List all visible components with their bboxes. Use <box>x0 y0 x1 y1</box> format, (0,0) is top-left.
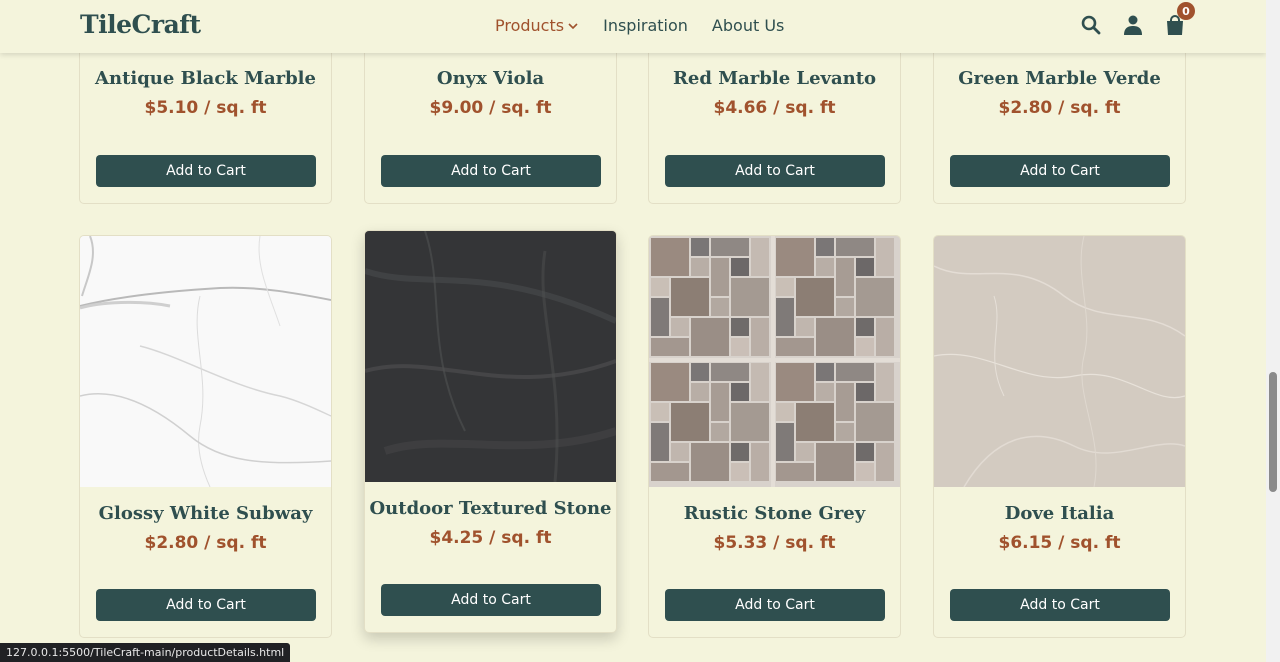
product-name[interactable]: Antique Black Marble <box>80 68 331 89</box>
product-name[interactable]: Glossy White Subway <box>80 503 331 524</box>
page: Antique Black Marble $5.10 / sq. ft Add … <box>0 0 1266 662</box>
product-name[interactable]: Green Marble Verde <box>934 68 1185 89</box>
product-price: $9.00 / sq. ft <box>429 98 552 118</box>
main-nav: Products Inspiration About Us <box>495 16 784 35</box>
product-card[interactable]: Rustic Stone Grey $5.33 / sq. ft Add to … <box>648 235 901 638</box>
add-to-cart-button[interactable]: Add to Cart <box>665 589 885 621</box>
cart-count-badge: 0 <box>1177 2 1195 20</box>
search-icon[interactable] <box>1080 13 1102 37</box>
add-to-cart-button[interactable]: Add to Cart <box>96 155 316 187</box>
product-price: $5.33 / sq. ft <box>713 533 836 553</box>
add-to-cart-button[interactable]: Add to Cart <box>950 589 1170 621</box>
nav-products-label: Products <box>495 16 565 35</box>
product-name[interactable]: Onyx Viola <box>365 68 616 89</box>
product-card[interactable]: Outdoor Textured Stone $4.25 / sq. ft Ad… <box>364 230 617 633</box>
shopping-bag-icon[interactable]: 0 <box>1164 2 1195 37</box>
header-icons: 0 <box>1080 2 1195 37</box>
product-image-white-marble[interactable] <box>80 236 331 487</box>
add-to-cart-button[interactable]: Add to Cart <box>665 155 885 187</box>
product-card[interactable]: Dove Italia $6.15 / sq. ft Add to Cart <box>933 235 1186 638</box>
add-to-cart-button[interactable]: Add to Cart <box>381 155 601 187</box>
user-icon[interactable] <box>1122 13 1144 37</box>
product-name[interactable]: Rustic Stone Grey <box>649 503 900 524</box>
product-price: $2.80 / sq. ft <box>998 98 1121 118</box>
product-name[interactable]: Red Marble Levanto <box>649 68 900 89</box>
site-header: TileCraft Products Inspiration About Us … <box>0 0 1266 53</box>
nav-inspiration[interactable]: Inspiration <box>603 16 688 35</box>
scrollbar[interactable] <box>1266 0 1280 662</box>
product-price: $2.80 / sq. ft <box>144 533 267 553</box>
product-price: $6.15 / sq. ft <box>998 533 1121 553</box>
product-price: $4.25 / sq. ft <box>429 528 552 548</box>
product-image-rustic-tiles[interactable] <box>649 236 900 487</box>
add-to-cart-button[interactable]: Add to Cart <box>950 155 1170 187</box>
product-name[interactable]: Outdoor Textured Stone <box>365 498 616 519</box>
product-card[interactable]: Glossy White Subway $2.80 / sq. ft Add t… <box>79 235 332 638</box>
link-status-bar: 127.0.0.1:5500/TileCraft-main/productDet… <box>0 643 291 662</box>
nav-about-us[interactable]: About Us <box>712 16 784 35</box>
chevron-down-icon <box>568 22 578 29</box>
nav-products[interactable]: Products <box>495 16 579 35</box>
add-to-cart-button[interactable]: Add to Cart <box>381 584 601 616</box>
add-to-cart-button[interactable]: Add to Cart <box>96 589 316 621</box>
product-image-dark-stone[interactable] <box>365 231 616 482</box>
product-name[interactable]: Dove Italia <box>934 503 1185 524</box>
site-logo[interactable]: TileCraft <box>80 10 201 39</box>
product-price: $4.66 / sq. ft <box>713 98 836 118</box>
product-image-beige-marble[interactable] <box>934 236 1185 487</box>
scrollbar-thumb[interactable] <box>1269 372 1277 492</box>
product-price: $5.10 / sq. ft <box>144 98 267 118</box>
